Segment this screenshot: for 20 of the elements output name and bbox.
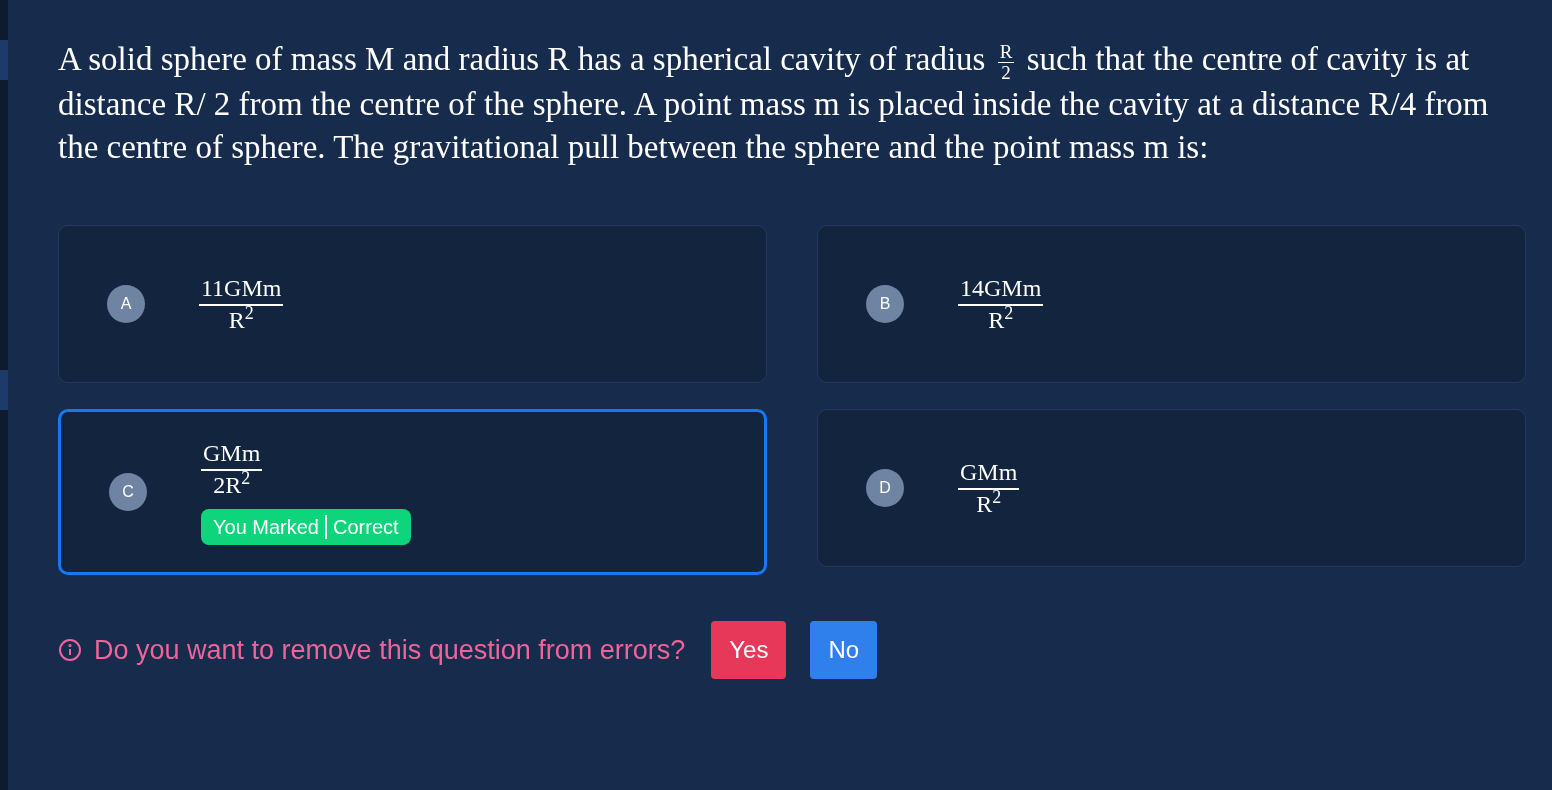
formula: GMm 2R$^{2}$ <box>201 438 263 499</box>
option-card[interactable]: C GMm 2R$^{2}$ You Marked Correct <box>58 408 767 575</box>
yes-button[interactable]: Yes <box>711 620 787 679</box>
formula: 14GMm R$^{2}$ <box>958 273 1044 334</box>
option-letter: B <box>866 284 904 323</box>
badge-text: You Marked <box>213 514 319 540</box>
option-card[interactable]: A 11GMm R$^{2}$ <box>58 224 767 383</box>
option-card[interactable]: D GMm R$^{2}$ <box>817 408 1526 567</box>
option-letter: A <box>107 284 145 323</box>
badge-text: Correct <box>333 514 399 540</box>
no-button[interactable]: No <box>810 620 878 679</box>
sidebar-highlight <box>0 40 8 80</box>
formula: GMm R$^{2}$ <box>958 457 1020 518</box>
option-letter: C <box>109 472 147 511</box>
option-letter: D <box>866 468 904 507</box>
info-icon <box>58 637 82 662</box>
prompt-text: Do you want to remove this question from errors? <box>94 633 686 667</box>
formula: 11GMm R$^{2}$ <box>199 273 284 334</box>
sidebar-highlight <box>0 370 8 410</box>
option-card[interactable]: B 14GMm R$^{2}$ <box>817 224 1526 383</box>
